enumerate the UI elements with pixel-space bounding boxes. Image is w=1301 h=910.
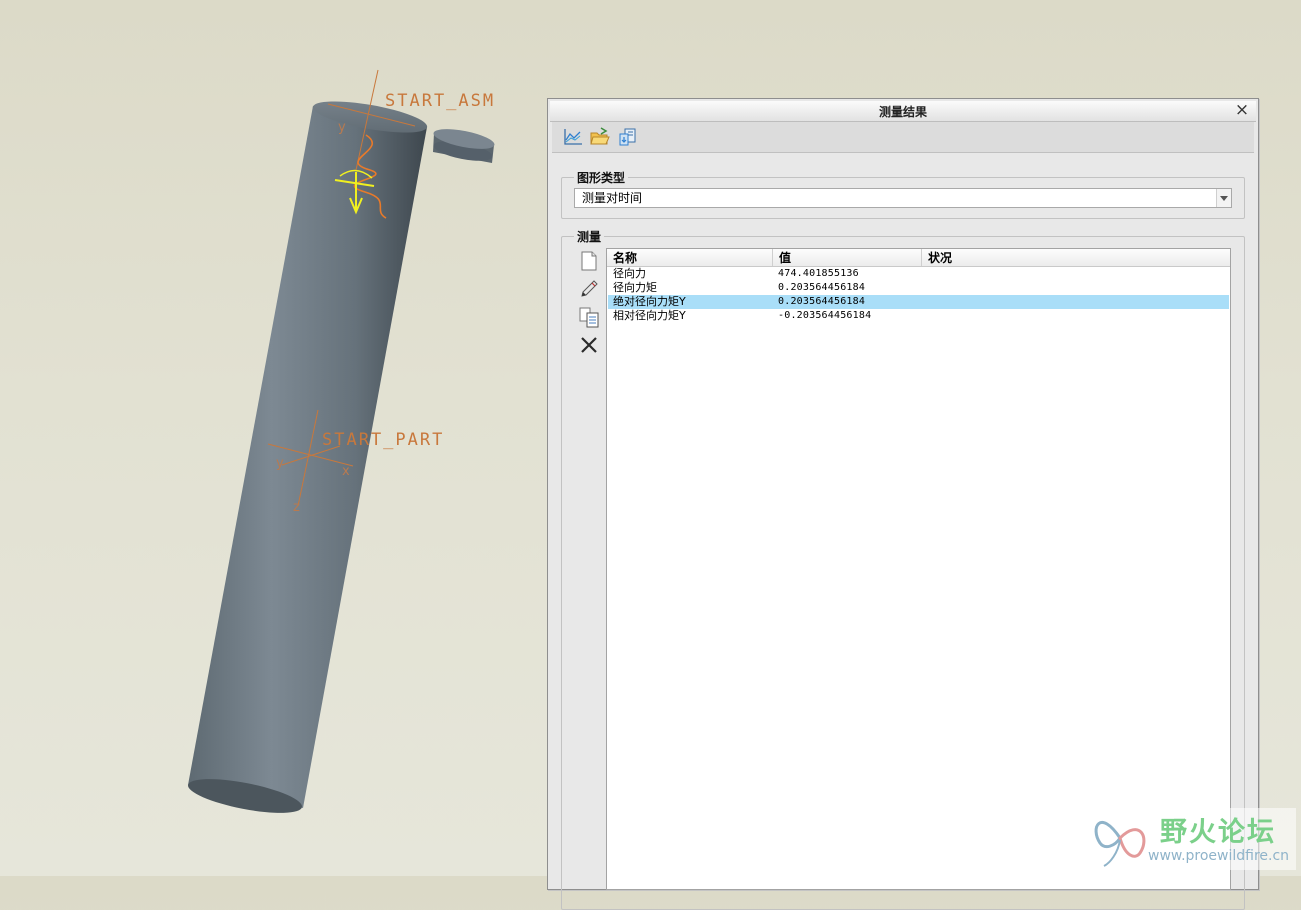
chevron-down-icon[interactable] — [1216, 189, 1231, 207]
csys-mid-label: START_PART — [322, 430, 444, 450]
row-name: 径向力矩 — [613, 281, 657, 294]
measures-table[interactable]: 名称 值 状况 径向力 474.401855136 径向力矩 0.2035644… — [606, 248, 1231, 890]
open-folder-icon[interactable] — [589, 126, 611, 148]
table-row[interactable]: 径向力矩 0.203564456184 — [608, 281, 1229, 295]
table-row[interactable]: 相对径向力矩Y -0.203564456184 — [608, 309, 1229, 323]
watermark-url: www.proewildfire.cn — [1148, 848, 1290, 864]
axis-x-label: x — [342, 464, 350, 479]
row-value: 0.203564456184 — [778, 296, 866, 307]
butterfly-logo-icon — [1094, 821, 1146, 867]
axis-y-top: y — [338, 120, 346, 135]
graph-type-select[interactable]: 测量对时间 — [574, 188, 1232, 208]
delete-icon[interactable] — [578, 334, 600, 356]
row-value: -0.203564456184 — [778, 310, 872, 321]
row-value: 474.401855136 — [778, 268, 859, 279]
csys-top-label: START_ASM — [385, 91, 495, 111]
copy-icon[interactable] — [578, 306, 600, 328]
row-name: 相对径向力矩Y — [613, 309, 686, 322]
watermark-title: 野火论坛 — [1160, 817, 1276, 848]
graph-type-value: 测量对时间 — [582, 191, 643, 205]
table-header: 名称 值 状况 — [607, 249, 1230, 267]
small-disc[interactable] — [432, 125, 496, 164]
measures-legend: 测量 — [577, 230, 602, 244]
row-name: 绝对径向力矩Y — [613, 295, 686, 308]
measure-results-dialog: 测量结果 × 图形类型 测量对时间 测量 名称 值 状况 径向力 474.401… — [547, 98, 1259, 910]
export-icon[interactable] — [617, 126, 639, 148]
column-status-header[interactable]: 状况 — [922, 249, 1228, 266]
row-value: 0.203564456184 — [778, 282, 866, 293]
dialog-titlebar[interactable]: 测量结果 × — [550, 101, 1256, 122]
graph-icon[interactable] — [562, 126, 584, 148]
cylinder-body[interactable] — [186, 95, 430, 820]
close-button[interactable]: × — [1234, 101, 1250, 119]
row-name: 径向力 — [613, 267, 646, 280]
axis-z-label: z — [293, 500, 300, 515]
dialog-title: 测量结果 — [878, 105, 927, 119]
table-row-selected[interactable]: 绝对径向力矩Y 0.203564456184 — [608, 295, 1229, 309]
axis-y-label: y — [276, 456, 284, 471]
edit-icon[interactable] — [578, 278, 600, 300]
column-value-header[interactable]: 值 — [773, 249, 922, 266]
new-icon[interactable] — [578, 250, 600, 272]
watermark: 野火论坛 www.proewildfire.cn — [1088, 808, 1296, 870]
graph-type-legend: 图形类型 — [577, 171, 626, 185]
table-row[interactable]: 径向力 474.401855136 — [608, 267, 1229, 281]
column-name-header[interactable]: 名称 — [607, 249, 773, 266]
dialog-toolbar — [552, 122, 1254, 153]
